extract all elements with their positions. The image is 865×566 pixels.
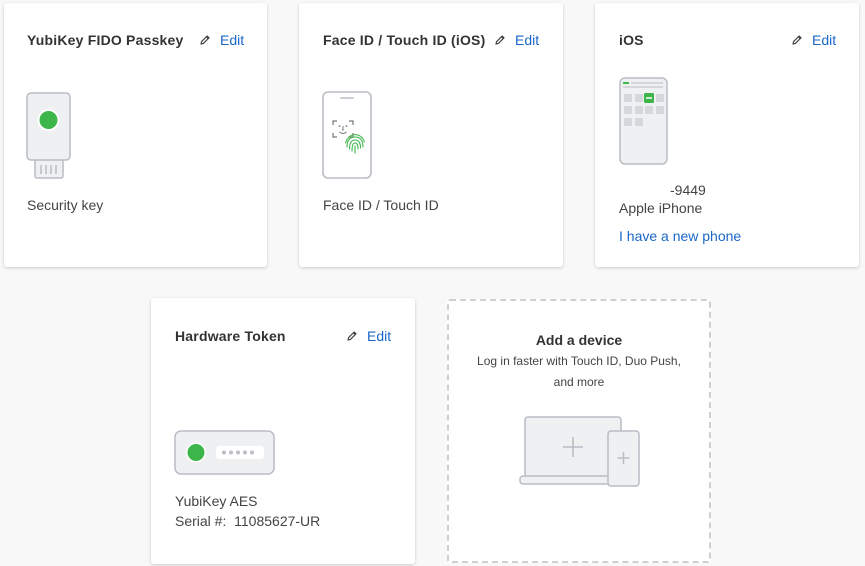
pencil-icon [347,331,357,341]
edit-label: Edit [812,32,837,48]
edit-button[interactable]: Edit [494,32,539,48]
device-label: Apple iPhone [619,200,703,216]
edit-button[interactable]: Edit [346,328,391,344]
edit-button[interactable]: Edit [791,32,836,48]
add-device-title: Add a device [535,332,623,348]
add-device-card[interactable]: Add a device Log in faster with Touch ID… [447,299,711,563]
card-title: Hardware Token [175,328,286,344]
security-key-icon [26,92,71,179]
edit-label: Edit [367,328,392,344]
hardware-token-card: Hardware Token Edit YubiKey AES Serial #… [151,298,415,564]
add-device-subtitle: Log in faster with Touch ID, Duo Push, a… [477,354,681,389]
pencil-icon [495,35,505,45]
laptop-phone-icon [519,416,640,487]
ios-device-card: iOS Edit -9449 Apple iPhone I have a new… [595,3,859,267]
card-title: YubiKey FIDO Passkey [27,32,184,48]
hardware-token-icon [174,430,275,475]
new-phone-link[interactable]: I have a new phone [619,228,741,244]
device-label: Face ID / Touch ID [323,197,439,213]
pencil-icon [792,35,802,45]
device-label: Security key [27,197,104,213]
edit-button[interactable]: Edit [199,32,244,48]
edit-label: Edit [515,32,540,48]
faceid-touchid-card: Face ID / Touch ID (iOS) Edit Face ID / … [299,3,563,267]
yubikey-passkey-card: YubiKey FIDO Passkey Edit Security key [4,3,267,267]
iphone-icon [619,77,668,165]
pencil-icon [200,35,210,45]
phone-number: -9449 [670,182,706,198]
card-title: Face ID / Touch ID (iOS) [323,32,486,48]
edit-label: Edit [220,32,245,48]
serial-number: Serial #: 11085627-UR [175,513,321,529]
card-title: iOS [619,32,644,48]
device-label: YubiKey AES [175,493,258,509]
phone-biometric-icon [322,91,372,179]
